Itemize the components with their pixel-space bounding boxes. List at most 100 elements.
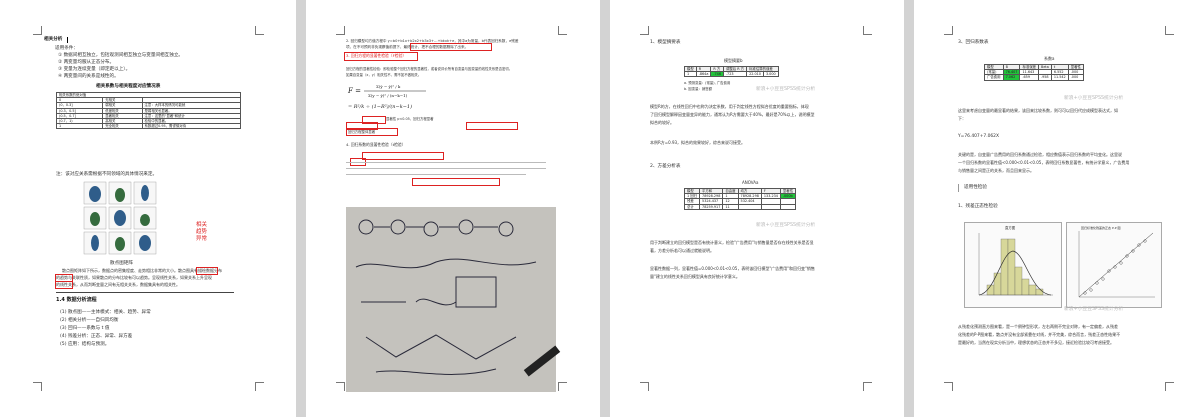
corner-mark — [558, 382, 567, 391]
svg-text:= R²/k ÷ (1−R²)/(n−k−1): = R²/k ÷ (1−R²)/(n−k−1) — [348, 103, 412, 110]
document-page-4[interactable]: 3、回归系数表 系数a 模型 B 标准误差 Beta t 显著性 (常量) 76… — [914, 0, 1201, 417]
watermark: 新浪+小豆豆SPSS统计分析 — [756, 87, 816, 92]
red-highlight — [466, 122, 518, 130]
red-note: 趋势 — [196, 229, 208, 235]
step-item: (5) 应用：结构与预测。 — [60, 342, 110, 347]
step-item: (2) 相关分析——自归风均衡 — [60, 318, 119, 323]
table-note: 注：该对应关系需根据不同领域的具体情况来定。 — [56, 172, 158, 177]
table-cell: 11.542 — [1050, 74, 1069, 81]
red-highlight — [412, 178, 500, 186]
red-highlight — [362, 152, 444, 160]
corner-mark — [1165, 26, 1174, 35]
body-line: 如果自变量（x，y）相关性不，需不如不做相关。 — [346, 73, 422, 77]
corner-mark — [255, 382, 264, 391]
step-item: (4) 残差分析：正态、异常、异方差 — [60, 334, 133, 339]
condition-item: ③ 变量为连续变量（即定距以上）。 — [58, 67, 131, 72]
heading-marker — [958, 184, 959, 192]
corner-mark — [33, 382, 42, 391]
divider — [56, 292, 234, 293]
body-line: 用于判断建立的回归模型是否有统计意义，检验"广告费用"与销售量是否存在线性关系是… — [650, 240, 814, 245]
intro-text: 适用条件： — [55, 46, 78, 51]
document-page-1[interactable]: 相关分析 适用条件： ① 数据间相互独立，包括观测间相互独立与变量间相互独立。 … — [0, 0, 296, 417]
coefficients-table: 模型 B 标准误差 Beta t 显著性 (常量) 76.407 11.643 … — [984, 63, 1084, 81]
body-line: 显著性数据一列，显著性值=0.000<0.01<0.05，表明该回归模型"广告费… — [650, 266, 815, 271]
histogram-chart: 直方图 — [964, 222, 1062, 308]
body-line: 一个回归系数的显著性值<0.000<0.01<0.05，表明回归系数显著性，有统… — [958, 160, 1130, 165]
section-heading: 相关分析 — [44, 37, 63, 42]
section-heading: 3、回归系数表 — [958, 40, 989, 45]
red-highlight — [410, 43, 492, 51]
table-cell: 3.000 — [762, 71, 779, 78]
table-cell — [779, 203, 797, 210]
document-page-2[interactable]: 2. 回归模型均方值方程中 y=b0+b1x+b2x2+b3x3+...+bkx… — [306, 0, 600, 417]
watermark: 新浪+小豆豆SPSS统计分析 — [1064, 307, 1124, 312]
page-gutter — [904, 0, 914, 417]
document-page-3[interactable]: 1、模型摘要表 模型摘要b 模型 R R 方 调整后 R 方 标准估算的误差 1… — [610, 0, 904, 417]
corner-mark — [558, 26, 567, 35]
model-summary-table: 模型 R R 方 调整后 R 方 标准估算的误差 1 .864a .746 .7… — [684, 65, 779, 78]
table-cell — [760, 203, 781, 210]
corner-mark — [255, 26, 264, 35]
table-cell: 标准误差 — [1019, 63, 1039, 71]
body-line: 显著性 p<0.05，回归方程显著 — [386, 117, 434, 121]
corner-mark — [863, 382, 872, 391]
condition-item: ① 数据间相互独立，包括观测间相互独立与变量间相互独立。 — [58, 53, 184, 58]
table-cell — [737, 203, 762, 210]
table-cell: .723 — [722, 71, 748, 78]
section-heading: 1、模型摘要表 — [650, 40, 681, 45]
condition-item: ④ 两变量间的关系是线性的。 — [58, 74, 119, 79]
body-line: 关键的是，自变量广告费用的回归系数通过检验，相应数值表示回归系数的平均变化。这里… — [958, 152, 1122, 157]
page-gutter — [296, 0, 306, 417]
body-line: 本例R方=0.93，拟合的效果较好，综合来说可接受。 — [650, 140, 746, 145]
red-note: 异常 — [196, 236, 208, 242]
section-heading: 1.4 数据分析流程 — [56, 297, 97, 303]
page-gutter — [600, 0, 610, 417]
watermark: 新浪+小豆豆SPSS统计分析 — [756, 223, 816, 228]
corner-mark — [336, 26, 345, 35]
body-line: 下： — [958, 116, 966, 121]
body-line: 量"建立的线性关系回归模型具有良好统计学意义。 — [650, 274, 740, 279]
table-cell: 78928.298 — [737, 193, 762, 200]
table-cell: 78928.298 — [699, 193, 724, 200]
table-title: 系数a — [1044, 56, 1055, 61]
corner-mark — [640, 26, 649, 35]
table-cell: .958 — [1038, 74, 1052, 81]
corner-mark — [640, 382, 649, 391]
corner-mark — [944, 26, 953, 35]
corner-mark — [336, 382, 345, 391]
table-cell: .000 — [1067, 74, 1084, 81]
section-heading: 适用性检验 — [964, 185, 987, 190]
table-cell: 11 — [722, 203, 739, 210]
corner-mark — [1165, 382, 1174, 391]
regression-equation: Y=76.407+7.062X — [958, 134, 999, 139]
corner-mark — [944, 382, 953, 391]
table-cell-highlight: 7.062 — [1002, 74, 1021, 81]
text-line — [346, 168, 546, 169]
text-line — [346, 174, 526, 175]
text-cursor — [67, 37, 68, 43]
table-cell: 自由度 — [722, 187, 739, 195]
section-heading: 4. 回归系数的显著性检验（t检验） — [346, 142, 406, 147]
svg-text:Σ(y − ŷ)² / (n−k−1): Σ(y − ŷ)² / (n−k−1) — [368, 93, 408, 98]
table-cell: 调整后 R 方 — [722, 65, 748, 73]
body-line: 拟合的较好。 — [650, 120, 674, 125]
table-cell: .864a — [695, 71, 712, 78]
body-line: 与销售量之间是正的关系，而且回来显示。 — [958, 168, 1034, 173]
text-line — [346, 162, 546, 163]
body-line: 了回归模型解释因变量变异的能力，通常认为R方需要大于40%，最好是70%以上，说… — [650, 112, 815, 117]
condition-item: ② 两变量均服从正态分布。 — [58, 60, 115, 65]
correlation-table: 相关系数的绝对值 0 无相关 (0，0.3] 弱相关 注意：大样本的情况可能就 (0.… — [55, 91, 242, 130]
section-heading: 1、残差正态性检验 — [958, 204, 998, 209]
red-section-heading: 3. 回归方程的显著性检验（F检验） — [346, 53, 407, 58]
scatter-matrix-image — [83, 181, 157, 255]
table-cell-highlight: 76.407 — [1002, 69, 1021, 76]
red-highlight — [196, 267, 218, 275]
table-cell: 总计 — [683, 203, 701, 210]
step-item: (1) 散点图——主体模式：相关、趋势、异常 — [60, 310, 151, 315]
body-line: 的趋势与关联性质，如果散点的分布比较有可以趋势。呈现线性关系，如果关系上升呈现 — [56, 275, 212, 280]
body-line: 模型R的方，在线性回归中也称为决定系数，用于判定线性方程拟合优度的重要指标，体现 — [650, 104, 809, 109]
table-cell: 系数超过0.95，需谨慎对待 — [141, 123, 242, 130]
table-cell: 完全相关 — [102, 123, 143, 130]
table-cell: .659 — [1019, 74, 1039, 81]
body-line: 这里来考虑自变量的最显著的结果，该回来比较系数，则可可以回归代应成模型表达式，如 — [958, 108, 1118, 113]
